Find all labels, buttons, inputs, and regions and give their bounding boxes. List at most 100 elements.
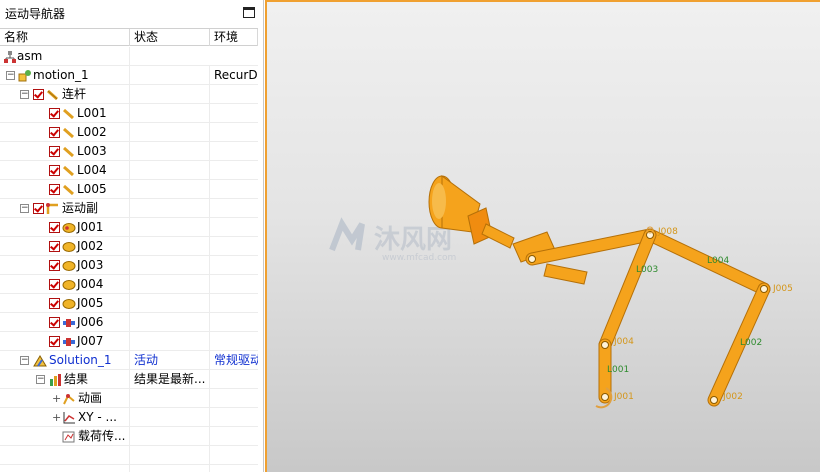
- solution-icon: [33, 355, 47, 367]
- joint-pin[interactable]: [710, 396, 718, 404]
- label-J004: J004: [613, 337, 634, 347]
- column-status[interactable]: 状态: [130, 29, 210, 46]
- tree-label-link: L005: [77, 182, 107, 196]
- collapse-icon[interactable]: −: [20, 356, 29, 365]
- joint-pin[interactable]: [760, 285, 768, 293]
- tree-row-joint[interactable]: J001: [0, 218, 258, 237]
- checkbox-joint[interactable]: [49, 279, 60, 290]
- watermark-text: 沐风网: [374, 225, 452, 255]
- label-L002: L002: [740, 338, 762, 348]
- tree-row-link[interactable]: L003: [0, 142, 258, 161]
- expand-icon[interactable]: +: [52, 408, 61, 427]
- tree-row-load[interactable]: 载荷传...: [0, 427, 258, 446]
- tree-label-link: L001: [77, 106, 107, 120]
- tree-row-link[interactable]: L001: [0, 104, 258, 123]
- checkbox-joint[interactable]: [49, 317, 60, 328]
- link-icon: [63, 184, 74, 196]
- collapse-icon[interactable]: −: [20, 204, 29, 213]
- watermark: 沐风网 www.mfcad.com: [329, 217, 456, 263]
- collapse-icon[interactable]: −: [20, 90, 29, 99]
- link-icon: [63, 146, 74, 158]
- slider-rod[interactable]: [543, 263, 588, 285]
- checkbox-joints-group[interactable]: [33, 203, 44, 214]
- tree-label-results: 结果: [64, 372, 89, 386]
- slider-joint-icon: [63, 319, 75, 327]
- tree-row-joint[interactable]: J006: [0, 313, 258, 332]
- link-L003-fill: [599, 229, 656, 351]
- tree-row-links-group[interactable]: − 连杆: [0, 85, 258, 104]
- label-J008: J008: [657, 227, 678, 237]
- tree-row-joint[interactable]: J007: [0, 332, 258, 351]
- results-status: 结果是最新...: [130, 370, 210, 389]
- tree-row-joint[interactable]: J004: [0, 275, 258, 294]
- checkbox-link[interactable]: [49, 146, 60, 157]
- checkbox-links-group[interactable]: [33, 89, 44, 100]
- joint-pin[interactable]: [601, 393, 609, 401]
- label-L004: L004: [707, 256, 729, 266]
- tree-row-link[interactable]: L002: [0, 123, 258, 142]
- label-J002: J002: [722, 392, 743, 402]
- panel-title-text: 运动导航器: [5, 7, 66, 21]
- column-name[interactable]: 名称: [0, 29, 130, 46]
- watermark-logo: [329, 217, 365, 252]
- checkbox-link[interactable]: [49, 127, 60, 138]
- tree-row-results[interactable]: − 结果 结果是最新...: [0, 370, 258, 389]
- checkbox-joint[interactable]: [49, 298, 60, 309]
- tree-row-motion[interactable]: − motion_1 RecurD: [0, 66, 258, 85]
- tree-row-link[interactable]: L005: [0, 180, 258, 199]
- tree-label-joint: J005: [77, 296, 104, 310]
- results-icon: [50, 374, 61, 386]
- tree-label-xy: XY - ...: [78, 410, 117, 424]
- label-L003: L003: [636, 265, 658, 275]
- tree-row-joint[interactable]: J002: [0, 237, 258, 256]
- tree-row-link[interactable]: L004: [0, 161, 258, 180]
- revolute-joint-icon: [62, 242, 76, 252]
- tree-label-joint: J003: [77, 258, 104, 272]
- column-env[interactable]: 环境: [210, 29, 258, 46]
- tree-label-solution: Solution_1: [49, 353, 112, 367]
- graphics-viewport[interactable]: 沐风网 www.mfcad.com J008 L004 L003 J005 J0…: [265, 0, 820, 472]
- maximize-icon[interactable]: [243, 7, 255, 18]
- checkbox-joint[interactable]: [49, 241, 60, 252]
- tree-row-empty: [0, 446, 258, 465]
- tree-label-motion: motion_1: [33, 68, 89, 82]
- checkbox-joint[interactable]: [49, 336, 60, 347]
- tree-label-link: L003: [77, 144, 107, 158]
- tree-label-asm: asm: [17, 49, 43, 63]
- revolute-joint-icon: [62, 280, 76, 290]
- revolute-joint-icon: [62, 223, 76, 233]
- checkbox-link[interactable]: [49, 108, 60, 119]
- tree-label-joint: J002: [77, 239, 104, 253]
- checkbox-joint[interactable]: [49, 222, 60, 233]
- animation-icon: [63, 394, 75, 405]
- revolute-joint-icon: [62, 299, 76, 309]
- tree-label-link: L002: [77, 125, 107, 139]
- tree-row-xy[interactable]: + XY - ...: [0, 408, 258, 427]
- mechanism-scene[interactable]: 沐风网 www.mfcad.com J008 L004 L003 J005 J0…: [267, 2, 820, 472]
- joint-group-icon: [46, 203, 58, 214]
- load-transfer-icon: [62, 431, 75, 443]
- solution-status: 活动: [130, 351, 210, 370]
- checkbox-link[interactable]: [49, 184, 60, 195]
- tree-row-joints-group[interactable]: − 运动副: [0, 199, 258, 218]
- checkbox-link[interactable]: [49, 165, 60, 176]
- collapse-icon[interactable]: −: [36, 375, 45, 384]
- tree-label-joints-group: 运动副: [62, 201, 99, 215]
- tree-label-load: 载荷传...: [78, 429, 126, 443]
- tree-label-animation: 动画: [78, 391, 103, 405]
- label-J001: J001: [613, 392, 634, 402]
- tree-row-joint[interactable]: J003: [0, 256, 258, 275]
- watermark-url: www.mfcad.com: [382, 253, 456, 263]
- link-icon: [63, 127, 74, 139]
- checkbox-joint[interactable]: [49, 260, 60, 271]
- tree-row-joint[interactable]: J005: [0, 294, 258, 313]
- expand-icon[interactable]: +: [52, 389, 61, 408]
- tree-row-solution[interactable]: − Solution_1 活动 常规驱动: [0, 351, 258, 370]
- joint-pin[interactable]: [528, 255, 536, 263]
- tree-row-asm[interactable]: asm: [0, 47, 258, 66]
- motion-navigator-panel: 运动导航器 名称 状态 环境 asm − motion_1 RecurD − 连…: [0, 0, 264, 472]
- collapse-icon[interactable]: −: [6, 71, 15, 80]
- tree-row-animation[interactable]: + 动画: [0, 389, 258, 408]
- joint-pin[interactable]: [601, 341, 609, 349]
- tree-label-joint: J006: [77, 315, 104, 329]
